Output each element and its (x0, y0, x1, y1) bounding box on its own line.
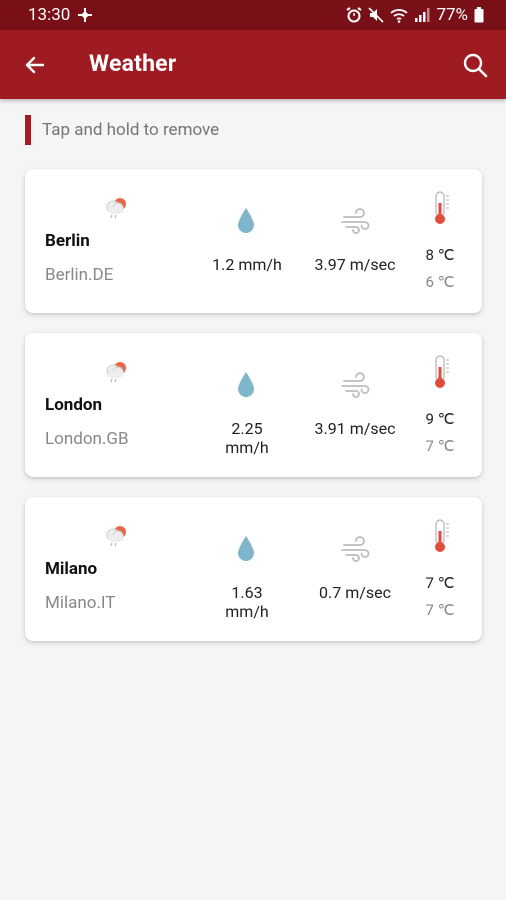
temp-min: 6 ℃ (425, 273, 455, 291)
search-icon (463, 53, 488, 78)
battery-percent: 77% (436, 5, 468, 25)
rain-value: 1.63 mm/h (225, 583, 269, 621)
thermometer-icon (435, 355, 449, 388)
wind-value: 3.97 m/sec (314, 255, 396, 274)
battery-icon (474, 7, 484, 23)
weather-icon (106, 362, 126, 383)
city-code: Milano.IT (45, 593, 116, 613)
city-card-london[interactable]: London London.GB 2.25 mm/h 3.91 m/sec 9 … (25, 333, 482, 477)
weather-icon (106, 198, 126, 219)
rain-drop-icon (238, 372, 254, 397)
wind-icon (341, 536, 370, 562)
rain-drop-icon (238, 208, 254, 233)
temp-min: 7 ℃ (425, 601, 455, 619)
city-code: London.GB (45, 429, 129, 449)
city-card-milano[interactable]: Milano Milano.IT 1.63 mm/h 0.7 m/sec 7 ℃… (25, 497, 482, 641)
city-name: Berlin (45, 231, 90, 251)
alarm-icon (346, 7, 362, 23)
page-title: Weather (89, 50, 177, 77)
temp-max: 7 ℃ (425, 574, 455, 592)
back-button[interactable] (20, 50, 50, 80)
signal-icon (414, 7, 430, 23)
hint: Tap and hold to remove (25, 115, 219, 145)
temp-max: 8 ℃ (425, 246, 455, 264)
wind-value: 0.7 m/sec (319, 583, 391, 602)
weather-icon (106, 526, 126, 547)
temp-max: 9 ℃ (425, 410, 455, 428)
status-time: 13:30 (28, 5, 71, 25)
city-name: London (45, 395, 103, 415)
rain-drop-icon (238, 536, 254, 561)
settings-notification-icon (78, 8, 93, 22)
thermometer-icon (435, 191, 449, 224)
mute-icon (368, 7, 385, 23)
wind-icon (341, 372, 370, 398)
city-name: Milano (45, 559, 98, 579)
rain-value: 2.25 mm/h (225, 419, 269, 457)
search-button[interactable] (460, 50, 490, 80)
wind-icon (341, 208, 370, 234)
status-bar: 13:30 77% (0, 0, 506, 30)
city-code: Berlin.DE (45, 265, 114, 285)
hint-text: Tap and hold to remove (42, 120, 220, 140)
temp-min: 7 ℃ (425, 437, 455, 455)
arrow-left-icon (25, 56, 45, 74)
wind-value: 3.91 m/sec (314, 419, 396, 438)
app-bar: Weather (0, 30, 506, 99)
city-card-berlin[interactable]: Berlin Berlin.DE 1.2 mm/h 3.97 m/sec 8 ℃… (25, 169, 482, 313)
wifi-icon (390, 7, 409, 23)
thermometer-icon (435, 519, 449, 552)
rain-value: 1.2 mm/h (212, 255, 282, 274)
hint-accent-bar (25, 115, 31, 145)
